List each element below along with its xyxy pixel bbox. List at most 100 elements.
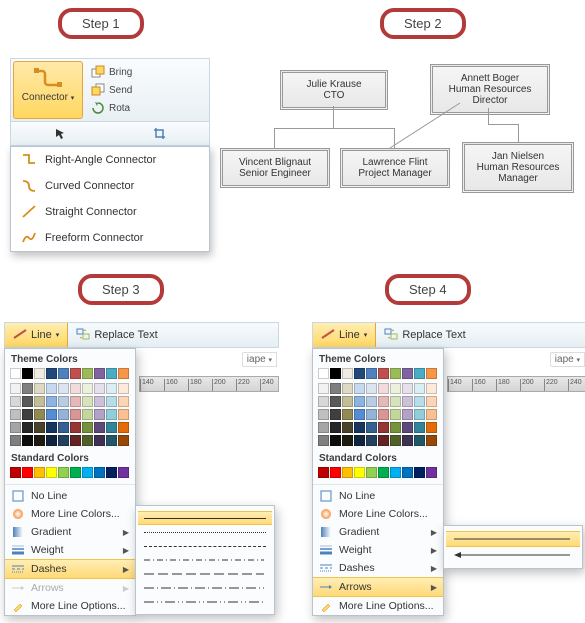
- color-swatch[interactable]: [330, 396, 341, 407]
- color-swatch[interactable]: [378, 383, 389, 394]
- color-swatch[interactable]: [414, 368, 425, 379]
- color-swatch[interactable]: [378, 368, 389, 379]
- color-swatch[interactable]: [58, 409, 69, 420]
- color-swatch[interactable]: [46, 396, 57, 407]
- more-line-colors-item[interactable]: More Line Colors...: [5, 505, 135, 523]
- color-swatch[interactable]: [106, 435, 117, 446]
- dashes-item[interactable]: Dashes▶: [313, 559, 443, 577]
- color-swatch[interactable]: [402, 422, 413, 433]
- color-swatch[interactable]: [70, 383, 81, 394]
- arrow-option-none[interactable]: [446, 531, 580, 547]
- color-swatch[interactable]: [58, 383, 69, 394]
- curved-connector-item[interactable]: Curved Connector: [11, 173, 209, 199]
- color-swatch[interactable]: [330, 368, 341, 379]
- color-swatch[interactable]: [318, 383, 329, 394]
- dash-option-dashdot[interactable]: [144, 553, 266, 567]
- color-swatch[interactable]: [10, 422, 21, 433]
- replace-text-button[interactable]: Replace Text: [68, 323, 165, 347]
- color-swatch[interactable]: [94, 396, 105, 407]
- color-swatch[interactable]: [46, 383, 57, 394]
- color-swatch[interactable]: [426, 422, 437, 433]
- color-swatch[interactable]: [46, 467, 57, 478]
- org-node-vincent[interactable]: Vincent BlignautSenior Engineer: [220, 148, 330, 188]
- color-swatch[interactable]: [426, 435, 437, 446]
- color-swatch[interactable]: [318, 368, 329, 379]
- straight-connector-item[interactable]: Straight Connector: [11, 199, 209, 225]
- color-swatch[interactable]: [70, 422, 81, 433]
- color-swatch[interactable]: [390, 368, 401, 379]
- no-line-item[interactable]: No Line: [313, 487, 443, 505]
- color-swatch[interactable]: [22, 422, 33, 433]
- color-swatch[interactable]: [414, 435, 425, 446]
- color-swatch[interactable]: [378, 467, 389, 478]
- color-swatch[interactable]: [402, 435, 413, 446]
- color-swatch[interactable]: [106, 368, 117, 379]
- color-swatch[interactable]: [354, 467, 365, 478]
- org-node-lawrence[interactable]: Lawrence FlintProject Manager: [340, 148, 450, 188]
- color-swatch[interactable]: [58, 396, 69, 407]
- color-swatch[interactable]: [354, 435, 365, 446]
- color-swatch[interactable]: [330, 383, 341, 394]
- color-swatch[interactable]: [378, 396, 389, 407]
- dash-option-longdashdot[interactable]: [144, 581, 266, 595]
- color-swatch[interactable]: [342, 435, 353, 446]
- more-line-options-item[interactable]: More Line Options...: [313, 597, 443, 615]
- line-dropdown-button[interactable]: Line ▾: [313, 323, 376, 347]
- color-swatch[interactable]: [46, 422, 57, 433]
- dashes-item[interactable]: Dashes▶: [5, 559, 135, 579]
- color-swatch[interactable]: [58, 422, 69, 433]
- color-swatch[interactable]: [390, 467, 401, 478]
- gradient-item[interactable]: Gradient▶: [313, 523, 443, 541]
- color-swatch[interactable]: [58, 368, 69, 379]
- color-swatch[interactable]: [10, 383, 21, 394]
- color-swatch[interactable]: [22, 467, 33, 478]
- color-swatch[interactable]: [366, 467, 377, 478]
- weight-item[interactable]: Weight▶: [313, 541, 443, 559]
- color-swatch[interactable]: [318, 422, 329, 433]
- color-swatch[interactable]: [82, 435, 93, 446]
- crop-tool-icon[interactable]: [153, 127, 167, 141]
- color-swatch[interactable]: [318, 467, 329, 478]
- color-swatch[interactable]: [378, 409, 389, 420]
- gradient-item[interactable]: Gradient▶: [5, 523, 135, 541]
- color-swatch[interactable]: [34, 368, 45, 379]
- pointer-tool-icon[interactable]: [54, 127, 68, 141]
- color-swatch[interactable]: [58, 467, 69, 478]
- color-swatch[interactable]: [318, 396, 329, 407]
- color-swatch[interactable]: [70, 409, 81, 420]
- color-swatch[interactable]: [82, 383, 93, 394]
- line-dropdown-button[interactable]: Line ▾: [5, 323, 68, 347]
- color-swatch[interactable]: [414, 383, 425, 394]
- color-swatch[interactable]: [354, 422, 365, 433]
- color-swatch[interactable]: [70, 467, 81, 478]
- color-swatch[interactable]: [106, 383, 117, 394]
- color-swatch[interactable]: [118, 396, 129, 407]
- color-swatch[interactable]: [34, 467, 45, 478]
- color-swatch[interactable]: [10, 368, 21, 379]
- color-swatch[interactable]: [70, 368, 81, 379]
- color-swatch[interactable]: [94, 467, 105, 478]
- color-swatch[interactable]: [22, 396, 33, 407]
- connector-button[interactable]: Connector ▾: [13, 61, 83, 119]
- color-swatch[interactable]: [414, 396, 425, 407]
- color-swatch[interactable]: [378, 435, 389, 446]
- color-swatch[interactable]: [82, 467, 93, 478]
- color-swatch[interactable]: [22, 368, 33, 379]
- color-swatch[interactable]: [342, 368, 353, 379]
- color-swatch[interactable]: [354, 409, 365, 420]
- color-swatch[interactable]: [118, 368, 129, 379]
- color-swatch[interactable]: [22, 383, 33, 394]
- color-swatch[interactable]: [342, 383, 353, 394]
- color-swatch[interactable]: [402, 409, 413, 420]
- freeform-connector-item[interactable]: Freeform Connector: [11, 225, 209, 251]
- color-swatch[interactable]: [366, 368, 377, 379]
- color-swatch[interactable]: [402, 383, 413, 394]
- color-swatch[interactable]: [34, 383, 45, 394]
- color-swatch[interactable]: [82, 409, 93, 420]
- rotate-button[interactable]: Rota: [91, 99, 203, 117]
- color-swatch[interactable]: [118, 409, 129, 420]
- color-swatch[interactable]: [10, 467, 21, 478]
- dash-option-dot[interactable]: [144, 525, 266, 539]
- bring-forward-button[interactable]: Bring: [91, 63, 203, 81]
- color-swatch[interactable]: [342, 396, 353, 407]
